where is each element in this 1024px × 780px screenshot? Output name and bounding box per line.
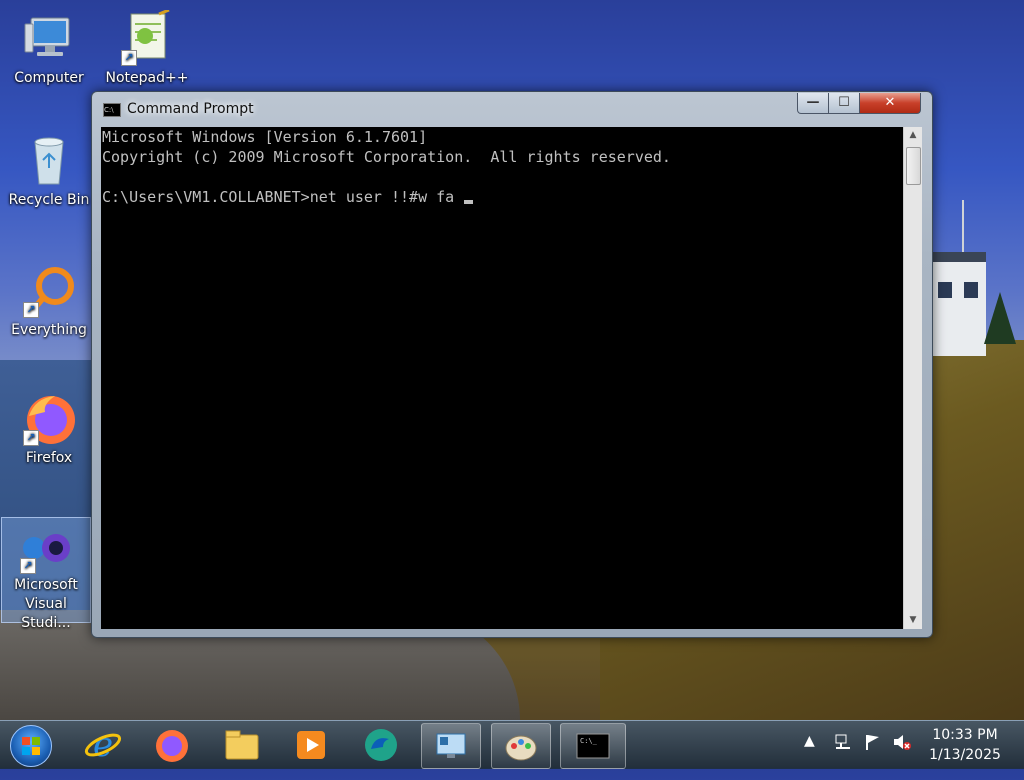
desktop-icon-notepadpp[interactable]: ↗ Notepad++ xyxy=(103,8,191,88)
console-line: Microsoft Windows [Version 6.1.7601] xyxy=(102,128,428,146)
recycle-bin-icon xyxy=(21,132,77,188)
taskbar-edge[interactable] xyxy=(352,723,410,767)
shortcut-arrow-icon: ↗ xyxy=(20,558,36,574)
clock-date: 1/13/2025 xyxy=(929,747,1001,763)
action-center-flag-icon[interactable] xyxy=(864,733,882,755)
close-button[interactable]: ✕ xyxy=(859,93,921,114)
media-player-icon xyxy=(297,731,325,759)
desktop-icon-label: Firefox xyxy=(25,450,73,466)
volume-muted-icon[interactable] xyxy=(892,733,912,755)
paint-icon xyxy=(505,735,537,761)
vertical-scrollbar[interactable]: ▲ ▼ xyxy=(903,127,922,629)
scroll-up-arrow-icon[interactable]: ▲ xyxy=(904,127,922,144)
desktop-icon-everything[interactable]: ↗ Everything xyxy=(5,262,93,340)
remote-desktop-icon xyxy=(436,733,466,758)
desktop-icon-recycle-bin[interactable]: Recycle Bin xyxy=(5,132,93,210)
wallpaper-house xyxy=(930,252,986,356)
desktop-icon-label: Recycle Bin xyxy=(8,192,90,208)
notepadpp-icon: ↗ xyxy=(119,8,175,66)
text-cursor xyxy=(464,200,474,204)
shortcut-arrow-icon: ↗ xyxy=(23,302,39,318)
visual-studio-icon: ↗ xyxy=(18,518,74,574)
window-titlebar[interactable]: C:\ Command Prompt — ☐ ✕ xyxy=(92,92,932,126)
internet-explorer-icon: e xyxy=(84,725,122,765)
clock-time: 10:33 PM xyxy=(932,727,998,743)
console-line: Copyright (c) 2009 Microsoft Corporation… xyxy=(102,148,671,166)
scroll-down-arrow-icon[interactable]: ▼ xyxy=(904,612,922,629)
desktop-icon-label: Computer xyxy=(14,70,84,86)
taskbar: e C:\_ ▲ 10:33 PM 1/13/2025 xyxy=(0,720,1024,769)
taskbar-firefox[interactable] xyxy=(143,723,201,767)
taskbar-remote-desktop[interactable] xyxy=(421,723,481,769)
shortcut-arrow-icon: ↗ xyxy=(23,430,39,446)
console-input-text: C:\Users\VM1.COLLABNET>net user !!#w fa xyxy=(102,188,464,206)
svg-text:C:\_: C:\_ xyxy=(580,737,598,745)
taskbar-command-prompt[interactable]: C:\_ xyxy=(560,723,626,769)
desktop-icon-computer[interactable]: Computer xyxy=(5,10,93,88)
window-title: Command Prompt xyxy=(127,101,254,117)
desktop-icon-visual-studio[interactable]: ↗ Microsoft Visual Studi... xyxy=(1,517,91,631)
desktop-icon-label: Everything xyxy=(11,322,87,338)
desktop-icon-firefox[interactable]: ↗ Firefox xyxy=(5,390,93,468)
taskbar-file-explorer[interactable] xyxy=(213,723,271,767)
system-clock[interactable]: 10:33 PM 1/13/2025 xyxy=(922,725,1008,765)
desktop-icon-label: Notepad++ xyxy=(105,70,189,86)
taskbar-paint[interactable] xyxy=(491,723,551,769)
command-prompt-icon: C:\_ xyxy=(576,733,610,759)
show-hidden-icons-arrow[interactable]: ▲ xyxy=(804,733,815,749)
shortcut-arrow-icon: ↗ xyxy=(121,50,137,66)
network-icon[interactable] xyxy=(834,733,852,755)
edge-icon xyxy=(365,729,397,761)
desktop-icon-label: Microsoft Visual Studi... xyxy=(14,577,78,631)
command-prompt-icon: C:\ xyxy=(103,103,121,117)
windows-logo-icon xyxy=(22,737,40,755)
command-prompt-window[interactable]: C:\ Command Prompt — ☐ ✕ Microsoft Windo… xyxy=(91,91,933,638)
firefox-icon: ↗ xyxy=(21,390,77,446)
taskbar-media-player[interactable] xyxy=(282,723,340,767)
console-prompt-line[interactable]: C:\Users\VM1.COLLABNET>net user !!#w fa xyxy=(101,187,903,207)
wallpaper-tree xyxy=(984,292,1016,344)
firefox-icon xyxy=(156,730,188,762)
scrollbar-thumb[interactable] xyxy=(906,147,921,185)
maximize-button[interactable]: ☐ xyxy=(828,93,860,114)
svg-text:e: e xyxy=(93,725,113,765)
minimize-button[interactable]: — xyxy=(797,93,829,114)
start-button[interactable] xyxy=(10,725,52,767)
everything-icon: ↗ xyxy=(21,262,77,318)
computer-icon xyxy=(21,10,77,66)
file-explorer-icon xyxy=(225,730,259,760)
console-output[interactable]: Microsoft Windows [Version 6.1.7601] Cop… xyxy=(101,127,903,629)
taskbar-internet-explorer[interactable]: e xyxy=(74,723,132,767)
